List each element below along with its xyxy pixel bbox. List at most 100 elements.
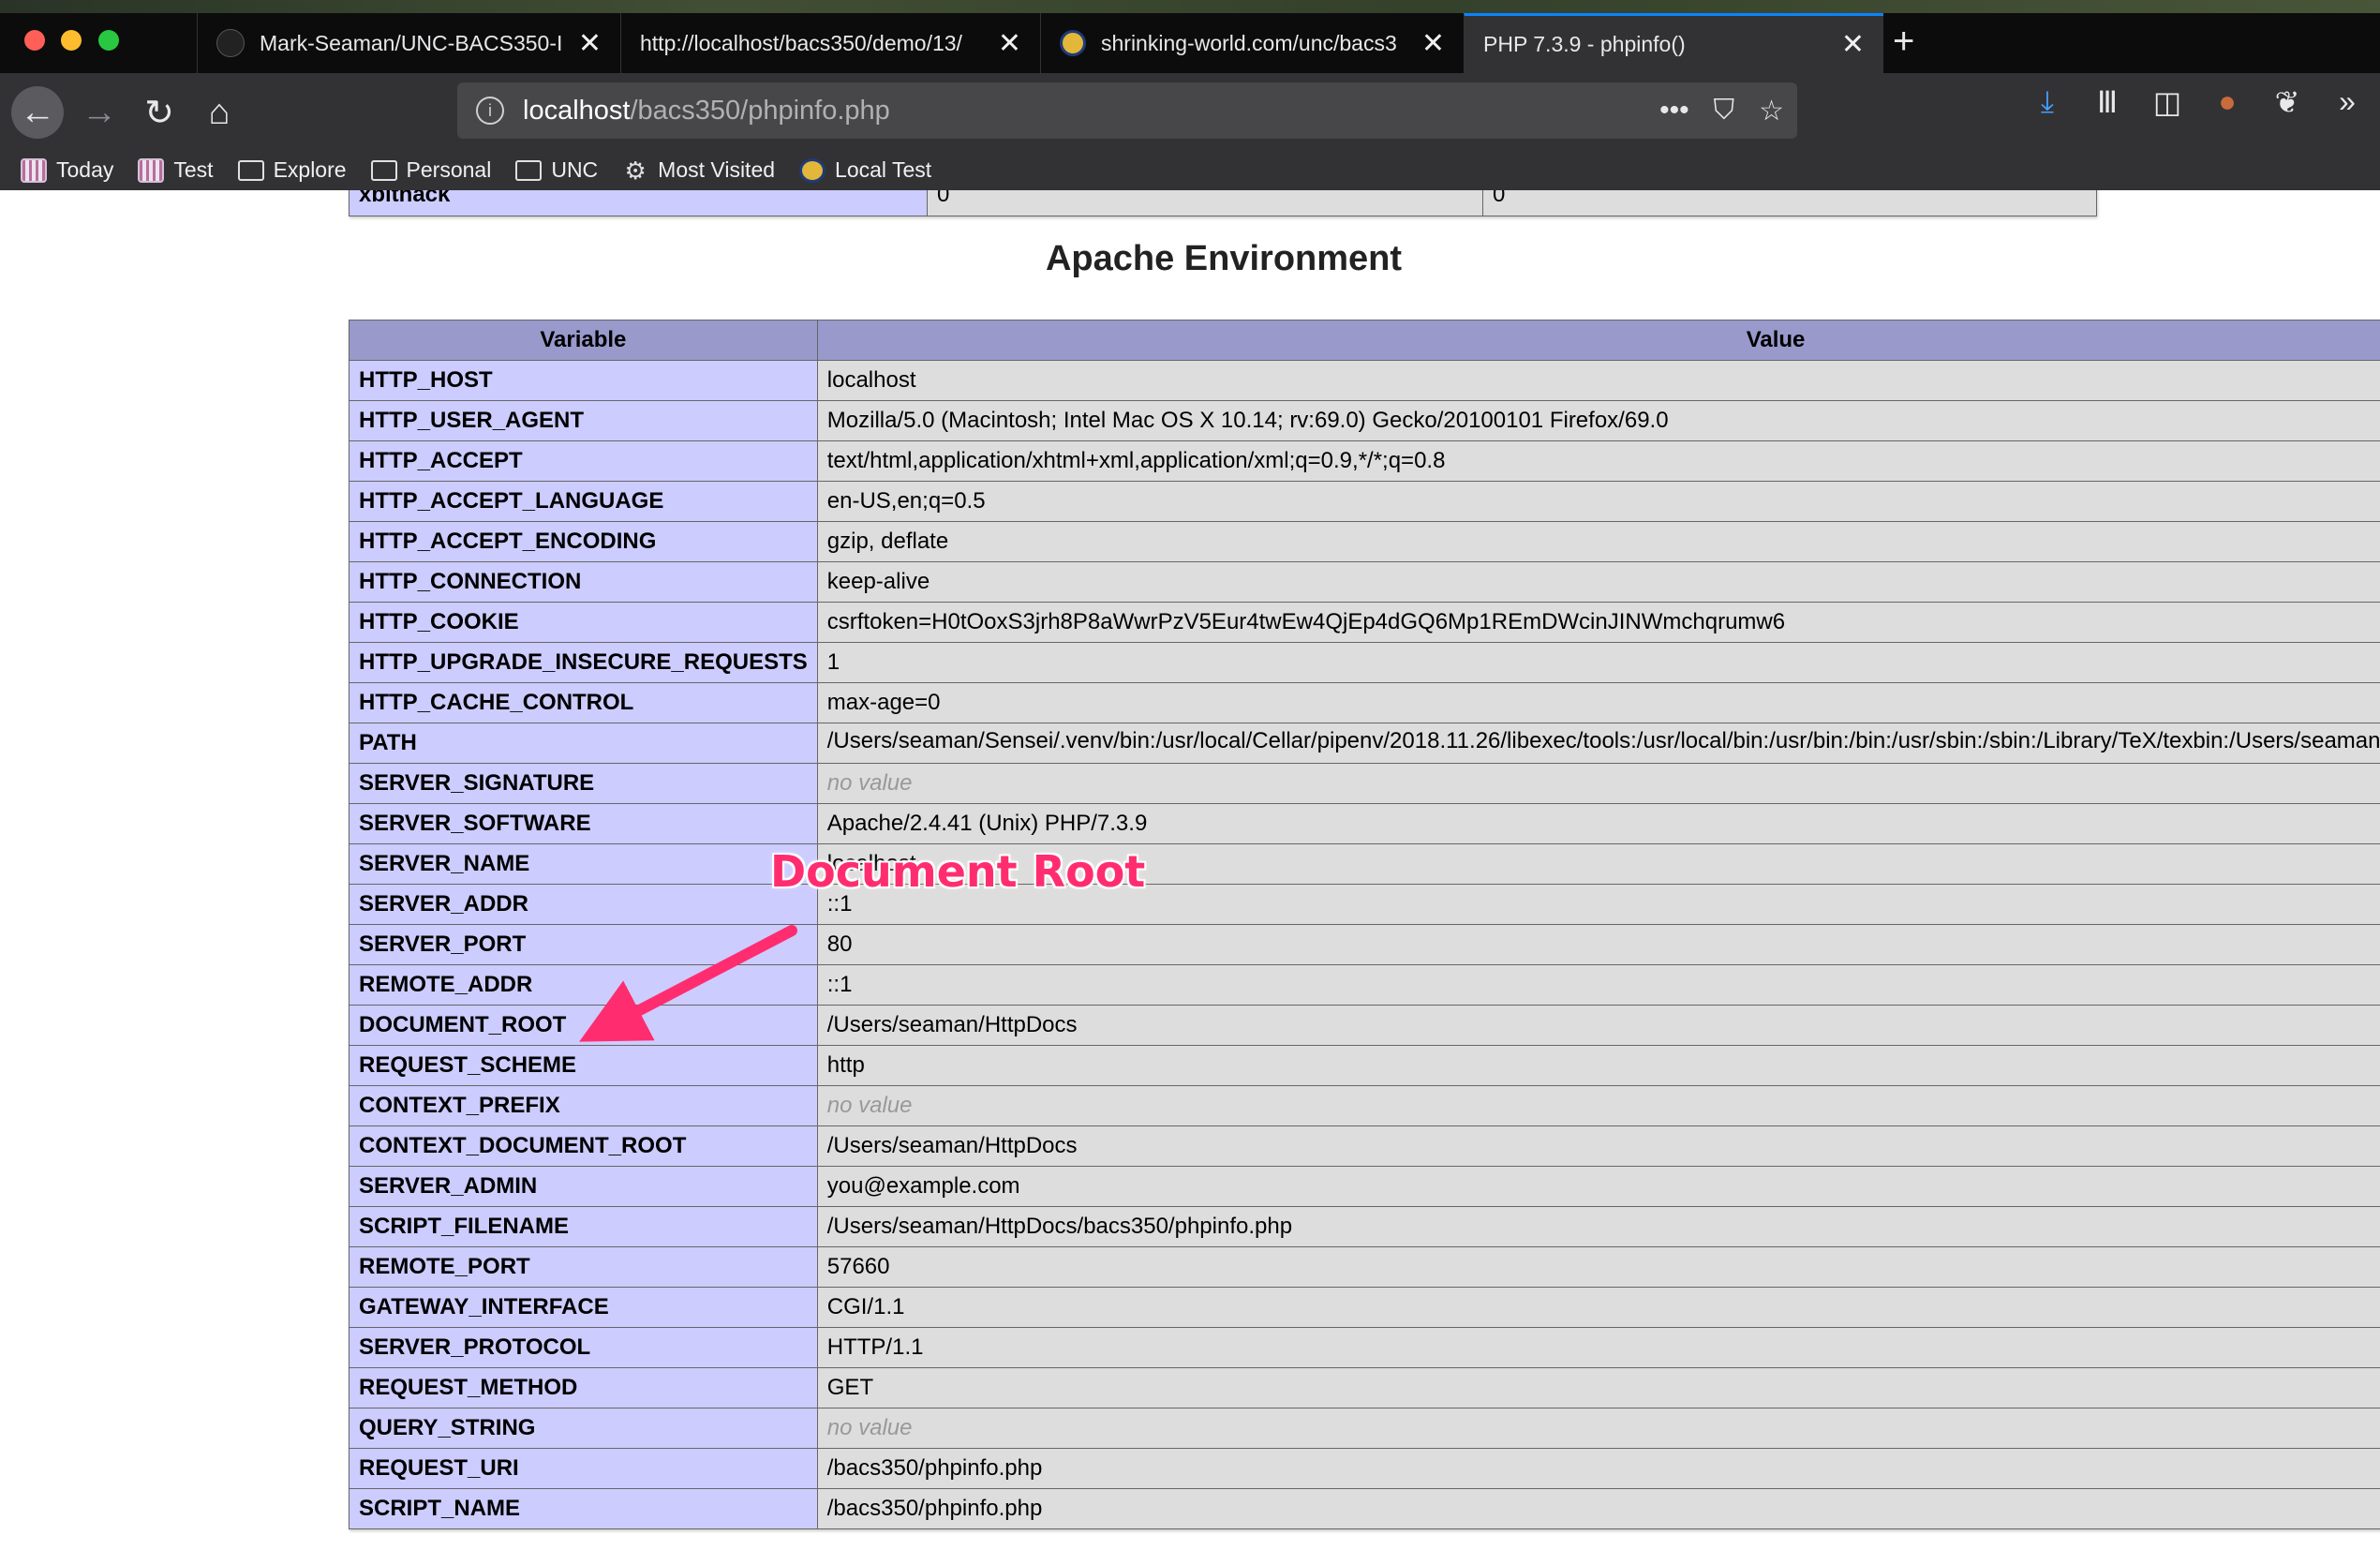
- bookmark-test[interactable]: Test: [138, 157, 214, 183]
- url-actions: ••• ⛉ ☆: [1659, 82, 1784, 139]
- star-icon[interactable]: ☆: [1759, 95, 1784, 127]
- table-row: SERVER_ADDR::1: [349, 884, 2380, 925]
- more-icon[interactable]: •••: [1659, 95, 1689, 127]
- table-row: REQUEST_METHOD GET: [349, 1367, 2380, 1408]
- new-tab-button[interactable]: +: [1893, 21, 1914, 63]
- variable-value: /Users/seaman/Sensei/.venv/bin:/usr/loca…: [816, 723, 2380, 764]
- close-icon[interactable]: ✕: [578, 27, 602, 60]
- variable-value: CGI/1.1: [816, 1287, 2380, 1328]
- bookmark-label: Test: [173, 157, 214, 182]
- variable-value: no value: [816, 1408, 2380, 1449]
- table-row: HTTP_USER_AGENT Mozilla/5.0 (Macintosh; I…: [349, 400, 2380, 441]
- home-button[interactable]: ⌂: [193, 86, 245, 139]
- variable-value: ::1: [816, 964, 2380, 1006]
- forward-button[interactable]: →: [73, 86, 126, 139]
- tab-title: Mark-Seaman/UNC-BACS350-I: [260, 30, 563, 55]
- bookmark-personal[interactable]: Personal: [370, 157, 492, 183]
- variable-value: csrftoken=H0tOoxS3jrh8P8aWwrPzV5Eur4twEw…: [816, 602, 2380, 643]
- variable-name: SERVER_ADMIN: [349, 1166, 818, 1207]
- reload-icon: ↻: [144, 93, 174, 133]
- table-row: GATEWAY_INTERFACE CGI/1.1: [349, 1287, 2380, 1328]
- variable-value: /Users/seaman/HttpDocs: [816, 1005, 2380, 1046]
- variable-value: 57660: [816, 1246, 2380, 1288]
- pocket-icon[interactable]: ⛉: [1714, 95, 1735, 127]
- browser-chrome: Mark-Seaman/UNC-BACS350-I ✕ http://local…: [0, 0, 2380, 191]
- globe-icon: [138, 157, 165, 183]
- home-icon: ⌂: [208, 92, 231, 132]
- bookmark-explore[interactable]: Explore: [237, 157, 347, 183]
- bookmark-local-test[interactable]: Local Test: [799, 157, 931, 183]
- bookmark-most-visited[interactable]: ⚙ Most Visited: [622, 157, 776, 183]
- info-icon[interactable]: i: [476, 97, 504, 125]
- close-icon[interactable]: ✕: [1421, 27, 1445, 60]
- table-row: CONTEXT_PREFIX no value: [349, 1085, 2380, 1126]
- table-row: REQUEST_URI/bacs350/phpinfo.php: [349, 1448, 2380, 1489]
- window-maximize-button[interactable]: [98, 30, 119, 51]
- page-content: xbithack 0 0 Apache Environment Variable…: [0, 190, 2380, 1565]
- bookmark-unc[interactable]: UNC: [515, 157, 598, 183]
- url-bar[interactable]: i localhost/bacs350/phpinfo.php ••• ⛉ ☆: [457, 82, 1797, 139]
- table-row: SERVER_SIGNATURE no value: [349, 763, 2380, 804]
- table-row: HTTP_HOST localhost: [349, 360, 2380, 401]
- tab-localhost-demo[interactable]: http://localhost/bacs350/demo/13/ ✕: [620, 13, 1040, 73]
- variable-value: gzip, deflate: [816, 521, 2380, 562]
- tab-title: shrinking-world.com/unc/bacs3: [1101, 30, 1397, 55]
- variable-value: HTTP/1.1: [816, 1327, 2380, 1368]
- variable-value: /Users/seaman/HttpDocs: [816, 1125, 2380, 1167]
- variable-value: keep-alive: [816, 561, 2380, 603]
- variable-name: HTTP_COOKIE: [349, 602, 818, 643]
- close-icon[interactable]: ✕: [998, 27, 1021, 60]
- folder-icon: [370, 159, 397, 181]
- bookmarks-bar: Today Test Explore Personal UNC ⚙ Most Vi…: [0, 150, 2380, 191]
- variable-name: HTTP_CACHE_CONTROL: [349, 682, 818, 723]
- variable-name: SERVER_SIGNATURE: [349, 763, 818, 804]
- variable-name: SERVER_SOFTWARE: [349, 803, 818, 844]
- bookmark-label: Explore: [273, 157, 347, 182]
- variable-name: QUERY_STRING: [349, 1408, 818, 1449]
- globe-icon: [21, 157, 47, 183]
- tab-shrinking-world[interactable]: shrinking-world.com/unc/bacs3 ✕: [1040, 13, 1464, 73]
- reload-button[interactable]: ↻: [133, 86, 186, 139]
- bookmark-today[interactable]: Today: [21, 157, 113, 183]
- window-minimize-button[interactable]: [61, 30, 82, 51]
- library-icon[interactable]: Ⅲ: [2091, 84, 2123, 120]
- url-host: localhost: [523, 95, 631, 126]
- table-row: HTTP_UPGRADE_INSECURE_REQUESTS 1: [349, 642, 2380, 683]
- variable-value: max-age=0: [816, 682, 2380, 723]
- table-row: SCRIPT_FILENAME/Users/seaman/HttpDocs/ba…: [349, 1206, 2380, 1247]
- variable-name: CONTEXT_DOCUMENT_ROOT: [349, 1125, 818, 1167]
- github-icon: [216, 29, 245, 57]
- variable-name: HTTP_ACCEPT_LANGUAGE: [349, 481, 818, 522]
- back-button[interactable]: ←: [11, 86, 64, 139]
- variable-name: SERVER_ADDR: [349, 884, 818, 925]
- tab-phpinfo[interactable]: PHP 7.3.9 - phpinfo() ✕: [1464, 13, 1883, 73]
- variable-name: PATH: [349, 723, 818, 764]
- variable-value: http: [816, 1045, 2380, 1086]
- sidebar-icon[interactable]: ◫: [2151, 84, 2183, 120]
- table-row: xbithack 0 0: [349, 190, 2097, 216]
- variable-name: HTTP_CONNECTION: [349, 561, 818, 603]
- directive-name: xbithack: [349, 190, 928, 216]
- avatar[interactable]: ●: [2211, 84, 2243, 120]
- navigation-bar: ← → ↻ ⌂ i localhost/bacs350/phpinfo.php …: [0, 73, 2380, 150]
- table-row: QUERY_STRING no value: [349, 1408, 2380, 1449]
- variable-name: SERVER_NAME: [349, 843, 818, 885]
- variable-name: HTTP_HOST: [349, 360, 818, 401]
- variable-value: /Users/seaman/HttpDocs/bacs350/phpinfo.p…: [816, 1206, 2380, 1247]
- table-row: HTTP_CONNECTION keep-alive: [349, 561, 2380, 603]
- table-row: HTTP_ACCEPT_LANGUAGE en-US,en;q=0.5: [349, 481, 2380, 522]
- variable-value: 80: [816, 924, 2380, 965]
- evernote-icon[interactable]: ❦: [2271, 84, 2303, 120]
- local-value: 0: [927, 190, 1483, 216]
- variable-name: CONTEXT_PREFIX: [349, 1085, 818, 1126]
- table-row: SERVER_SOFTWARE Apache/2.4.41 (Unix) PHP/…: [349, 803, 2380, 844]
- variable-name: HTTP_UPGRADE_INSECURE_REQUESTS: [349, 642, 818, 683]
- variable-value: text/html,application/xhtml+xml,applicat…: [816, 440, 2380, 482]
- close-icon[interactable]: ✕: [1841, 28, 1865, 61]
- bookmark-label: Personal: [406, 157, 492, 182]
- download-icon[interactable]: ⤓: [2031, 84, 2063, 120]
- tab-github[interactable]: Mark-Seaman/UNC-BACS350-I ✕: [197, 13, 620, 73]
- window-close-button[interactable]: [24, 30, 45, 51]
- variable-value: no value: [816, 763, 2380, 804]
- overflow-menu-icon[interactable]: »: [2331, 84, 2363, 120]
